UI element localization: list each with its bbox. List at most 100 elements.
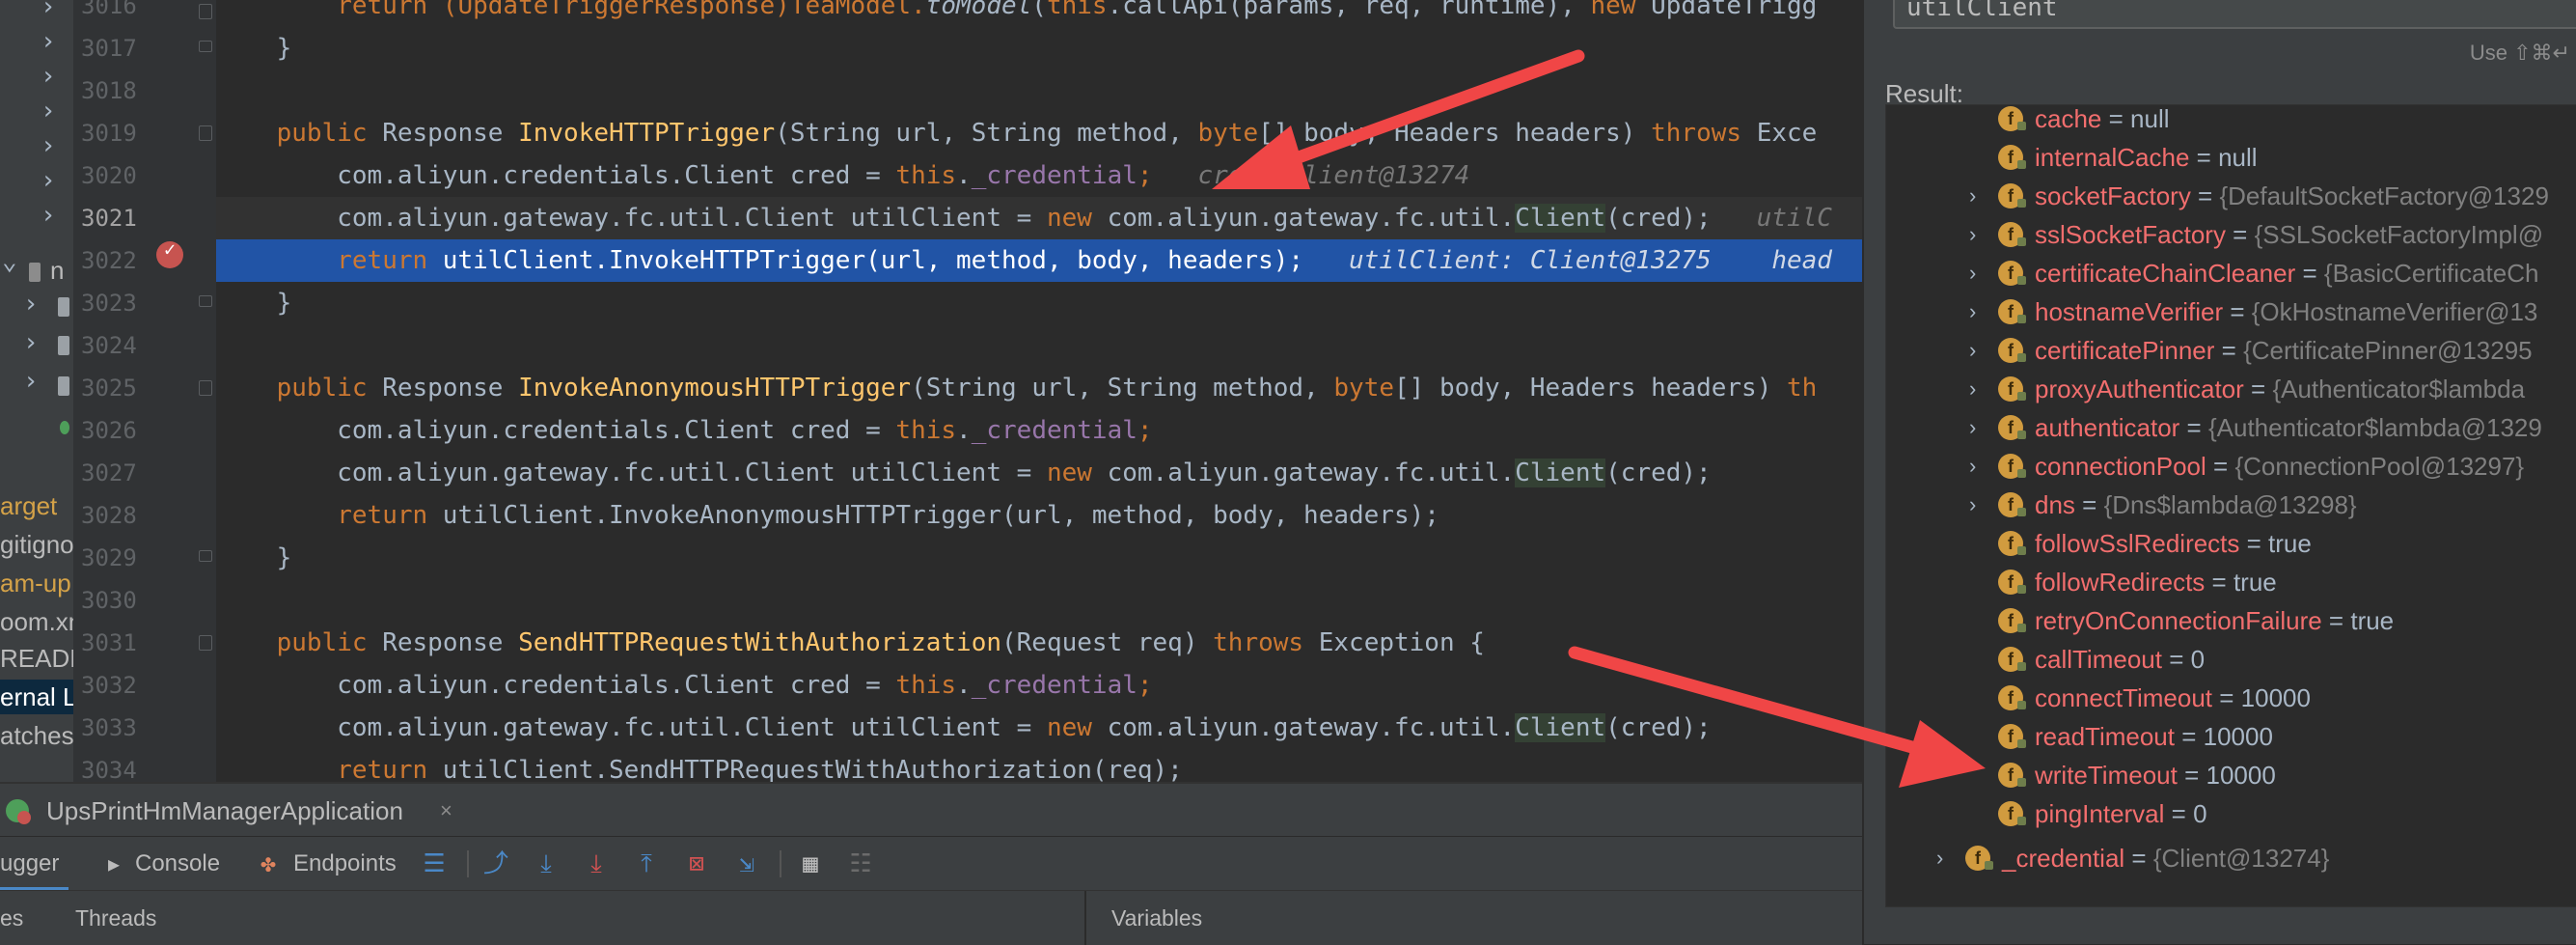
result-tree-row[interactable]: › f _credential = {Client@13274}: [1886, 839, 2576, 877]
chevron-right-icon[interactable]: ›: [41, 0, 56, 21]
result-tree-row[interactable]: › f proxyAuthenticator = {Authenticator$la…: [1886, 370, 2576, 408]
fold-marker-icon[interactable]: [199, 550, 212, 562]
result-tree-row[interactable]: › f certificateChainCleaner = {BasicCertif…: [1886, 254, 2576, 292]
expression-input[interactable]: utilClient: [1893, 0, 2576, 29]
result-tree-row[interactable]: › f dns = {Dns$lambda@13298}: [1886, 486, 2576, 524]
expand-chevron-icon[interactable]: ›: [1969, 177, 1976, 215]
field-equals: =: [2161, 645, 2191, 674]
spring-boot-icon: [6, 799, 31, 824]
field-icon: f: [1998, 145, 2026, 170]
chevron-right-icon[interactable]: ›: [23, 367, 39, 396]
chevron-right-icon[interactable]: ›: [41, 166, 56, 195]
chevron-right-icon[interactable]: ›: [41, 62, 56, 91]
expand-chevron-icon[interactable]: ›: [1969, 292, 1976, 331]
result-tree-row[interactable]: f retryOnConnectionFailure = true: [1886, 601, 2576, 640]
code-line: com.aliyun.gateway.fc.util.Client utilCl…: [337, 713, 1712, 742]
tab-debugger[interactable]: ugger: [0, 837, 69, 891]
trace-icon[interactable]: ☷: [847, 850, 874, 877]
expand-chevron-icon[interactable]: ›: [1969, 447, 1976, 486]
field-equals: =: [2239, 529, 2269, 558]
folder-icon: [58, 376, 69, 396]
result-tree-row[interactable]: › f certificatePinner = {CertificatePinner…: [1886, 331, 2576, 370]
result-tree-row[interactable]: › f hostnameVerifier = {OkHostnameVerifier…: [1886, 292, 2576, 331]
line-number: 3030: [81, 587, 137, 614]
tab-threads[interactable]: Threads: [75, 891, 156, 945]
tree-item-label[interactable]: READM: [0, 641, 73, 676]
expand-chevron-icon[interactable]: ›: [1969, 408, 1976, 447]
pane-divider[interactable]: [1084, 891, 1086, 945]
result-tree-row[interactable]: f pingInterval = 0: [1886, 794, 2576, 833]
field-equals: =: [2295, 259, 2324, 288]
evaluate-expression-icon[interactable]: ▦: [797, 850, 824, 877]
chevron-right-icon[interactable]: ›: [23, 290, 39, 319]
drop-frame-icon[interactable]: ⊠: [683, 850, 710, 877]
expand-chevron-icon[interactable]: ›: [1969, 254, 1976, 292]
tree-item-label[interactable]: atches: [0, 718, 73, 753]
result-tree-row[interactable]: f followSslRedirects = true: [1886, 524, 2576, 563]
tree-item-label[interactable]: oom.xn: [0, 604, 73, 639]
fold-marker-icon[interactable]: [199, 4, 212, 19]
folder-icon: [58, 297, 69, 317]
result-tree[interactable]: f cache = null f internalCache = null › f sock…: [1885, 104, 2576, 907]
chevron-right-icon[interactable]: ›: [23, 328, 39, 357]
result-tree-row[interactable]: f internalCache = null: [1886, 138, 2576, 177]
result-tree-row[interactable]: f cache = null: [1886, 105, 2576, 138]
tree-item-label[interactable]: n: [50, 253, 64, 288]
field-icon: f: [1998, 492, 2026, 517]
chevron-right-icon[interactable]: ›: [41, 27, 56, 56]
code-editor[interactable]: return (UpdateTriggerResponse)TeaModel.t…: [216, 0, 1862, 782]
chevron-right-icon[interactable]: ›: [41, 131, 56, 160]
field-equals: =: [2212, 683, 2241, 712]
folder-icon: [29, 263, 41, 282]
expand-chevron-icon[interactable]: ›: [1936, 839, 1943, 877]
chevron-right-icon[interactable]: ›: [41, 201, 56, 230]
tab-frames[interactable]: es: [0, 891, 23, 945]
expand-chevron-icon[interactable]: ›: [1969, 486, 1976, 524]
step-over-icon[interactable]: ⤓: [533, 850, 560, 877]
result-tree-row[interactable]: f followRedirects = true: [1886, 563, 2576, 601]
toolbar-separator: [467, 850, 469, 877]
variables-label: Variables: [1111, 905, 1203, 931]
result-tree-row[interactable]: › f socketFactory = {DefaultSocketFactory@…: [1886, 177, 2576, 215]
field-entry: internalCache = null: [2035, 138, 2258, 177]
tab-endpoints[interactable]: Endpoints: [293, 837, 397, 891]
chevron-down-icon[interactable]: ⌄: [2, 247, 17, 276]
expand-chevron-icon[interactable]: ›: [1969, 215, 1976, 254]
step-into-icon[interactable]: ⤓: [583, 850, 610, 877]
field-icon: f: [1998, 724, 2026, 749]
fold-marker-icon[interactable]: [199, 125, 212, 141]
line-number: 3021: [81, 205, 137, 232]
result-tree-row[interactable]: f connectTimeout = 10000: [1886, 679, 2576, 717]
fold-marker-icon[interactable]: [199, 41, 212, 52]
field-equals: =: [2205, 568, 2233, 597]
fold-marker-icon[interactable]: [199, 635, 212, 651]
close-icon[interactable]: ×: [440, 784, 452, 838]
field-name: dns: [2035, 490, 2075, 519]
tree-item-label[interactable]: ernal L: [0, 680, 73, 714]
tree-item-label[interactable]: arget: [0, 488, 57, 523]
tree-item-label[interactable]: gitigno: [0, 527, 73, 562]
field-icon: f: [1998, 261, 2026, 286]
code-line: com.aliyun.credentials.Client cred = thi…: [337, 161, 1470, 190]
expand-chevron-icon[interactable]: ›: [1969, 370, 1976, 408]
result-tree-row[interactable]: › f sslSocketFactory = {SSLSocketFactoryIm…: [1886, 215, 2576, 254]
show-execution-point-icon[interactable]: ⤴: [482, 850, 509, 877]
tab-console[interactable]: Console: [135, 837, 220, 891]
tree-item-label[interactable]: am-up: [0, 566, 71, 600]
field-value: {SSLSocketFactoryImpl@: [2254, 220, 2544, 249]
field-name: sslSocketFactory: [2035, 220, 2226, 249]
run-to-cursor-icon[interactable]: ⇲: [733, 850, 760, 877]
line-number: 3024: [81, 332, 137, 359]
fold-marker-icon[interactable]: [199, 380, 212, 396]
chevron-right-icon[interactable]: ›: [41, 97, 56, 125]
result-tree-row[interactable]: f writeTimeout = 10000: [1886, 756, 2576, 794]
result-tree-row[interactable]: › f authenticator = {Authenticator$lambda@…: [1886, 408, 2576, 447]
fold-marker-icon[interactable]: [199, 295, 212, 307]
result-tree-row[interactable]: f readTimeout = 10000: [1886, 717, 2576, 756]
threads-list-icon[interactable]: ☰: [421, 850, 448, 877]
result-tree-row[interactable]: f callTimeout = 0: [1886, 640, 2576, 679]
field-equals: =: [2243, 375, 2273, 403]
expand-chevron-icon[interactable]: ›: [1969, 331, 1976, 370]
step-out-icon[interactable]: ⤒: [633, 850, 660, 877]
result-tree-row[interactable]: › f connectionPool = {ConnectionPool@13297…: [1886, 447, 2576, 486]
